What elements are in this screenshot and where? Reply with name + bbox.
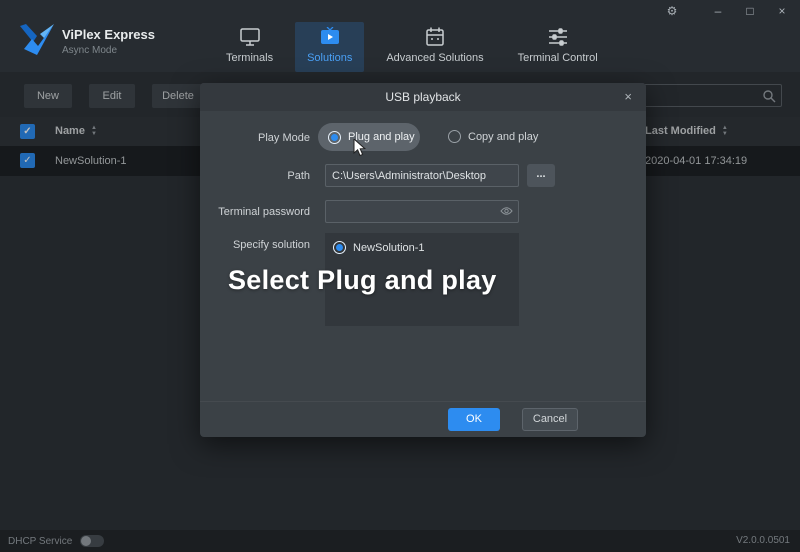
window-controls: ⚙ – □ × <box>664 4 790 18</box>
dialog-header: USB playback × <box>200 83 646 111</box>
plug-and-play-label: Plug and play <box>348 131 415 143</box>
footer-divider <box>200 401 646 402</box>
path-label: Path <box>287 170 310 182</box>
dialog-title: USB playback <box>385 90 461 104</box>
terminal-password-field <box>325 200 519 223</box>
solutions-icon <box>319 27 341 47</box>
terminal-password-label: Terminal password <box>218 206 310 218</box>
solution-list: NewSolution-1 <box>325 233 519 326</box>
app-logo-icon <box>18 22 56 59</box>
radio-unselected-icon <box>448 130 461 143</box>
tab-advanced-solutions[interactable]: Advanced Solutions <box>374 22 495 72</box>
solution-option[interactable]: NewSolution-1 <box>333 241 511 254</box>
calendar-icon <box>424 27 446 47</box>
solution-option-label: NewSolution-1 <box>353 241 425 254</box>
radio-selected-icon <box>328 130 341 144</box>
dialog-close-icon[interactable]: × <box>624 83 632 111</box>
app-title: ViPlex Express <box>62 27 155 42</box>
app-subtitle: Async Mode <box>62 45 118 56</box>
tab-terminal-control[interactable]: Terminal Control <box>506 22 610 72</box>
tab-label: Terminals <box>226 52 274 64</box>
titlebar: ViPlex Express Async Mode Terminals Solu… <box>0 0 800 72</box>
tab-terminals[interactable]: Terminals <box>214 22 285 72</box>
browse-button[interactable]: ... <box>527 164 555 187</box>
tab-label: Terminal Control <box>517 52 598 64</box>
show-password-eye-icon[interactable] <box>500 206 513 219</box>
ok-button[interactable]: OK <box>448 408 500 431</box>
sliders-icon <box>547 27 569 47</box>
play-mode-label: Play Mode <box>258 132 310 144</box>
close-button[interactable]: × <box>774 4 790 18</box>
tab-label: Solutions <box>307 52 353 64</box>
terminals-icon <box>239 27 261 47</box>
maximize-button[interactable]: □ <box>742 4 758 18</box>
plug-and-play-option[interactable]: Plug and play <box>318 123 420 151</box>
tab-solutions[interactable]: Solutions <box>295 22 365 72</box>
cancel-button[interactable]: Cancel <box>522 408 578 431</box>
path-field <box>325 164 519 187</box>
terminal-password-input[interactable] <box>325 200 519 223</box>
copy-and-play-option[interactable]: Copy and play <box>448 130 538 143</box>
brand: ViPlex Express Async Mode <box>62 27 155 56</box>
radio-selected-icon <box>333 241 346 254</box>
path-input[interactable] <box>325 164 519 187</box>
copy-and-play-label: Copy and play <box>468 130 539 143</box>
specify-solution-label: Specify solution <box>232 239 310 251</box>
main-nav: Terminals Solutions Advanced Solutions T… <box>214 22 610 72</box>
tab-label: Advanced Solutions <box>386 52 484 64</box>
minimize-button[interactable]: – <box>710 4 726 18</box>
settings-gear-icon[interactable]: ⚙ <box>664 4 680 18</box>
usb-playback-dialog: USB playback × Play Mode Plug and play C… <box>200 83 646 437</box>
